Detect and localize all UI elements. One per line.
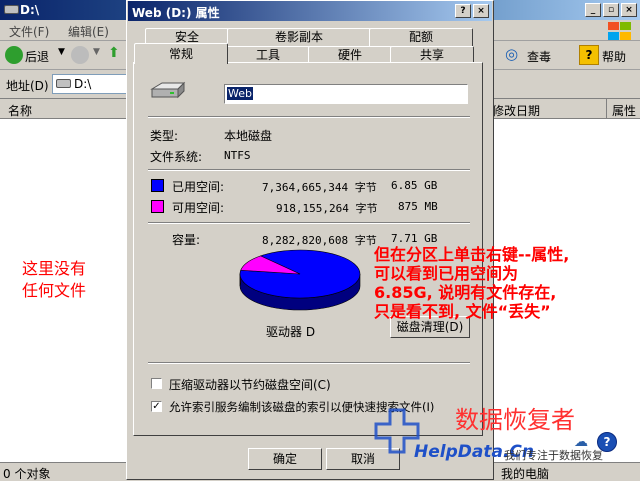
watermark-slogan: 我们专注于数据恢复	[504, 449, 603, 462]
drive-label: 驱动器 D	[266, 325, 316, 339]
menu-file[interactable]: 文件(F)	[9, 23, 49, 40]
annotation-right-line: 可以看到已用空间为	[374, 264, 519, 283]
close-icon[interactable]: ×	[621, 3, 637, 17]
virus-scan-button[interactable]: 查毒	[527, 48, 551, 65]
used-space-bytes: 7,364,665,344 字节	[262, 181, 377, 194]
back-button[interactable]: 后退	[25, 48, 49, 65]
annotation-right-line: 只是看不到, 文件“丢失”	[374, 302, 551, 321]
annotation-left-line: 这里没有	[22, 259, 87, 278]
explorer-title: D:\	[20, 3, 40, 17]
help-button[interactable]: 帮助	[602, 48, 626, 65]
forward-dropdown-icon[interactable]: ▼	[93, 47, 100, 57]
used-space-size: 6.85 GB	[391, 179, 438, 192]
close-icon[interactable]: ×	[473, 4, 489, 18]
address-label: 地址(D)	[6, 79, 49, 93]
forward-icon[interactable]	[71, 46, 89, 64]
tab-general[interactable]: 常规	[134, 43, 228, 64]
drive-icon	[56, 79, 71, 88]
annotation-right-line: 但在分区上单击右键--属性,	[374, 245, 570, 264]
watermark-chinese: 数据恢复者	[455, 406, 575, 434]
status-objects: 0 个对象	[3, 467, 51, 481]
virus-scan-icon[interactable]: ◎	[505, 45, 518, 63]
ok-button[interactable]: 确定	[248, 448, 322, 470]
free-space-bytes: 918,155,264 字节	[276, 202, 378, 215]
capacity-label: 容量:	[172, 233, 201, 247]
hard-disk-icon	[150, 81, 186, 99]
column-attributes[interactable]: 属性	[612, 102, 636, 119]
volume-name-input[interactable]: Web	[224, 84, 468, 104]
up-folder-icon[interactable]: ⬆	[108, 45, 120, 61]
windows-logo-icon	[606, 21, 634, 41]
annotation-right: 但在分区上单击右键--属性, 可以看到已用空间为 6.85G, 说明有文件存在,…	[374, 245, 634, 321]
divider	[148, 362, 470, 364]
minimize-icon[interactable]: _	[585, 3, 601, 17]
annotation-left: 这里没有 任何文件	[22, 258, 86, 302]
capacity-bytes: 8,282,820,608 字节	[262, 234, 377, 247]
window-controls: _ ▫ ×	[585, 3, 637, 17]
dialog-title-bar: Web (D:) 属性 ? ×	[128, 1, 492, 21]
annotation-left-line: 任何文件	[22, 281, 87, 300]
divider	[148, 169, 470, 171]
tab-shadow-copies[interactable]: 卷影副本	[227, 28, 371, 46]
column-name[interactable]: 名称	[8, 102, 32, 119]
status-computer: 我的电脑	[501, 467, 550, 481]
help-icon[interactable]: ?	[455, 4, 471, 18]
capacity-size: 7.71 GB	[391, 232, 438, 245]
type-label: 类型:	[150, 129, 179, 143]
back-icon[interactable]	[5, 46, 23, 64]
restore-icon[interactable]: ▫	[603, 3, 619, 17]
divider	[148, 222, 470, 224]
column-modified[interactable]: 修改日期	[492, 102, 540, 119]
compress-label: 压缩驱动器以节约磁盘空间(C)	[169, 378, 331, 392]
column-separator	[606, 99, 607, 118]
volume-name-value: Web	[227, 87, 253, 100]
used-space-label: 已用空间:	[172, 180, 225, 194]
free-space-size: 875 MB	[398, 200, 438, 213]
menu-edit[interactable]: 编辑(E)	[68, 23, 109, 40]
compress-checkbox[interactable]	[151, 378, 162, 389]
address-value: D:\	[74, 77, 92, 91]
dialog-controls: ? ×	[455, 4, 489, 18]
address-input[interactable]: D:\	[52, 74, 134, 94]
back-dropdown-icon[interactable]: ▼	[58, 47, 65, 57]
divider	[148, 116, 470, 118]
disk-usage-pie-chart	[239, 249, 361, 311]
dialog-title: Web (D:) 属性	[132, 6, 220, 20]
free-space-label: 可用空间:	[172, 201, 225, 215]
free-space-swatch	[151, 200, 164, 213]
type-value: 本地磁盘	[224, 129, 273, 143]
help-icon[interactable]: ?	[579, 45, 599, 65]
filesystem-label: 文件系统:	[150, 150, 203, 164]
drive-icon	[4, 5, 19, 14]
index-checkbox[interactable]: ✓	[151, 401, 162, 412]
tab-quota[interactable]: 配额	[369, 28, 473, 46]
used-space-swatch	[151, 179, 164, 192]
annotation-right-line: 6.85G, 说明有文件存在,	[374, 283, 557, 302]
filesystem-value: NTFS	[224, 149, 251, 162]
